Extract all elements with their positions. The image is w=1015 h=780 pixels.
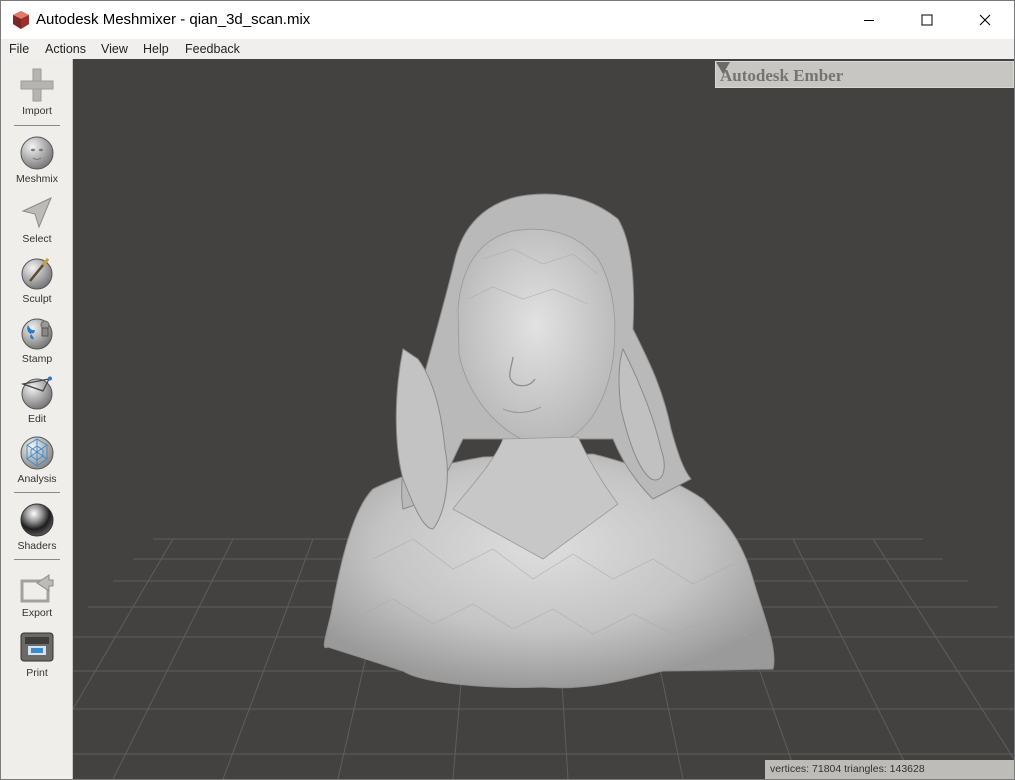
tool-label-sculpt: Sculpt: [22, 293, 52, 305]
menu-feedback[interactable]: Feedback: [185, 42, 240, 56]
meshmix-tool-button[interactable]: Meshmix: [7, 135, 67, 193]
minimize-icon: [864, 20, 874, 21]
ember-panel-header[interactable]: Autodesk Ember: [715, 61, 1014, 88]
collapse-triangle-icon[interactable]: [716, 62, 730, 74]
face-sphere-icon: [20, 136, 54, 170]
scanned-bust-mesh[interactable]: [323, 193, 775, 689]
scene-canvas: [73, 193, 1014, 779]
toolbar-divider: [14, 559, 60, 560]
close-button[interactable]: [956, 1, 1014, 39]
tool-label-select: Select: [22, 233, 52, 245]
window-title: Autodesk Meshmixer - qian_3d_scan.mix: [36, 11, 311, 28]
import-tool-button[interactable]: Import: [7, 67, 67, 125]
wireframe-sphere-icon: [20, 436, 54, 470]
brush-sphere-icon: [21, 258, 53, 290]
minimize-button[interactable]: [840, 1, 898, 39]
plus-icon: [20, 68, 54, 102]
edit-sphere-icon: [20, 376, 53, 410]
menu-bar: File Actions View Help Feedback: [1, 39, 1014, 59]
tool-label-export: Export: [21, 607, 53, 619]
analysis-tool-button[interactable]: Analysis: [7, 435, 67, 493]
toolbar-divider: [14, 492, 60, 493]
export-arrow-icon: [20, 574, 54, 603]
arrow-cursor-icon: [21, 197, 52, 229]
ember-panel-title: Autodesk Ember: [720, 66, 844, 85]
menu-actions[interactable]: Actions: [45, 42, 86, 56]
tool-label-stamp: Stamp: [21, 353, 53, 365]
tool-label-import: Import: [22, 105, 52, 117]
menu-view[interactable]: View: [101, 42, 128, 56]
chrome-sphere-icon: [20, 503, 54, 537]
meshmixer-logo-icon: [13, 11, 29, 29]
close-icon: [979, 14, 991, 26]
title-bar[interactable]: Autodesk Meshmixer - qian_3d_scan.mix: [1, 1, 1014, 39]
tool-palette: Import Meshmix Select Sculpt Stamp Edit …: [1, 59, 73, 779]
mesh-stats-text: vertices: 71804 triangles: 143628: [770, 763, 925, 775]
printer-icon: [20, 632, 54, 662]
menu-file[interactable]: File: [9, 42, 29, 56]
fleur-stamp-icon: [21, 318, 53, 350]
mesh-stats-bar: vertices: 71804 triangles: 143628: [765, 760, 1014, 779]
tool-label-print: Print: [26, 667, 48, 679]
tool-label-shaders: Shaders: [17, 540, 57, 552]
toolbar-divider: [14, 125, 60, 126]
stamp-tool-button[interactable]: Stamp: [7, 315, 67, 373]
select-tool-button[interactable]: Select: [7, 195, 67, 253]
maximize-icon: [921, 14, 933, 26]
print-tool-button[interactable]: Print: [7, 629, 67, 687]
tool-label-meshmix: Meshmix: [15, 173, 58, 185]
shaders-tool-button[interactable]: Shaders: [7, 502, 67, 560]
sculpt-tool-button[interactable]: Sculpt: [7, 255, 67, 313]
tool-label-analysis: Analysis: [17, 473, 57, 485]
3d-viewport[interactable]: Autodesk Ember vertices: 71804 triangles…: [73, 59, 1014, 779]
menu-help[interactable]: Help: [143, 42, 169, 56]
maximize-button[interactable]: [898, 1, 956, 39]
tool-label-edit: Edit: [27, 413, 47, 425]
app-window: Autodesk Meshmixer - qian_3d_scan.mix Fi…: [0, 0, 1015, 780]
export-tool-button[interactable]: Export: [7, 569, 67, 627]
edit-tool-button[interactable]: Edit: [7, 375, 67, 433]
